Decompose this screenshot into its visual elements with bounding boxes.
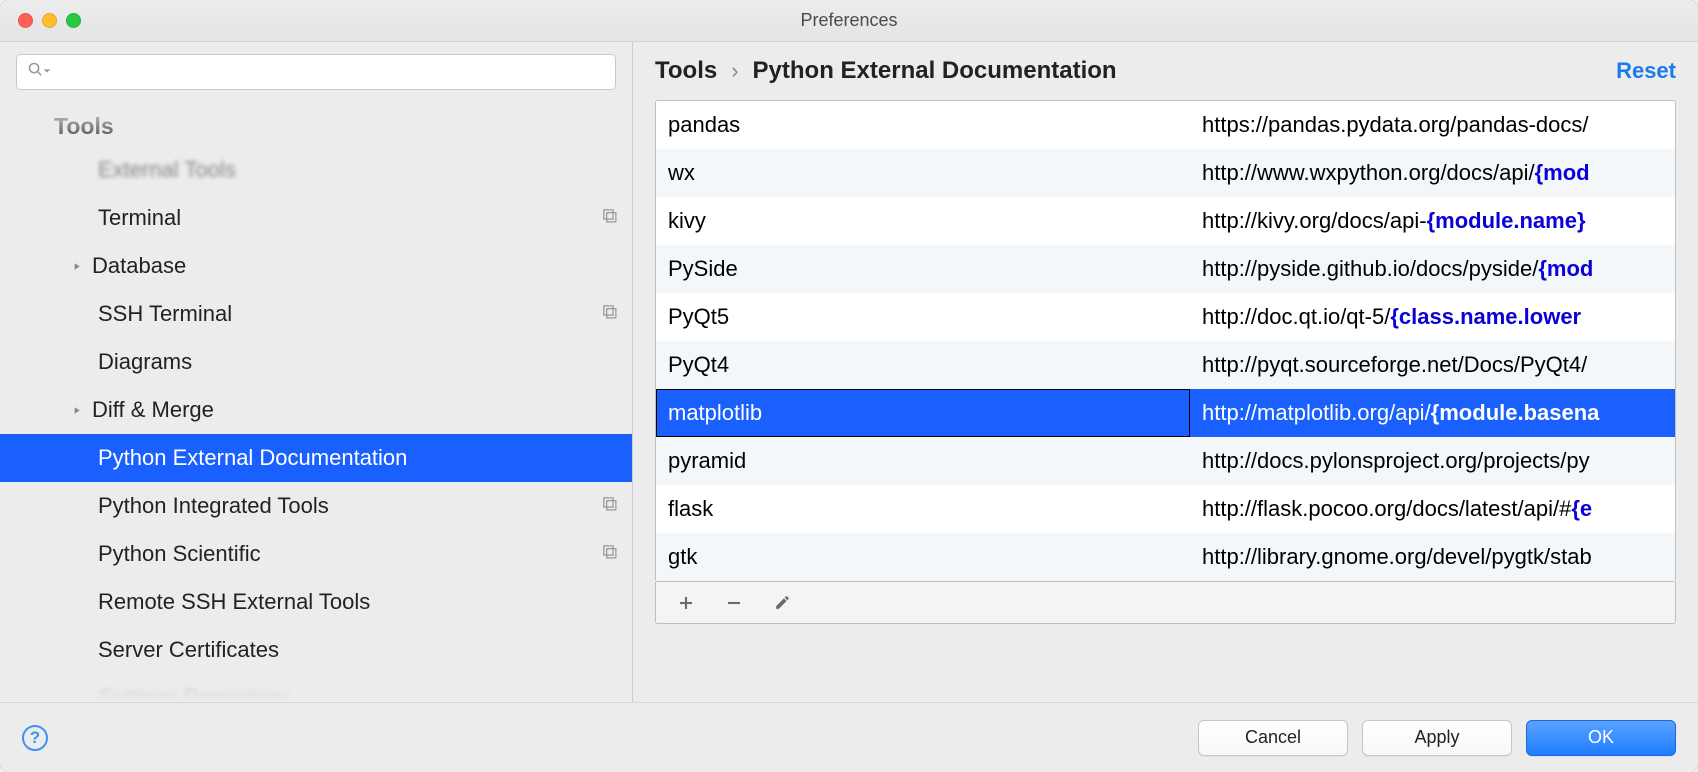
url-pattern-cell: http://kivy.org/docs/api-{module.name}: [1190, 197, 1675, 245]
content: Tools External Tools Terminal Database SSH …: [0, 42, 1698, 702]
table-toolbar: [655, 582, 1676, 624]
table-row[interactable]: PyQt5http://doc.qt.io/qt-5/{class.name.l…: [656, 293, 1675, 341]
url-pattern-cell: http://www.wxpython.org/docs/api/{mod: [1190, 149, 1675, 197]
apply-button[interactable]: Apply: [1362, 720, 1512, 756]
reset-link[interactable]: Reset: [1616, 58, 1676, 84]
sidebar-item[interactable]: Settings Repository: [0, 674, 632, 702]
expand-arrow-icon[interactable]: [70, 404, 82, 416]
sidebar-item[interactable]: SSH Terminal: [0, 290, 632, 338]
add-button[interactable]: [676, 593, 696, 613]
module-name-cell: PyQt4: [656, 341, 1190, 389]
cancel-button[interactable]: Cancel: [1198, 720, 1348, 756]
sidebar-item-label: Remote SSH External Tools: [98, 589, 370, 615]
breadcrumb: Tools › Python External Documentation Re…: [633, 42, 1698, 100]
table-row[interactable]: PySidehttp://pyside.github.io/docs/pysid…: [656, 245, 1675, 293]
settings-tree[interactable]: Tools External Tools Terminal Database SSH …: [0, 102, 632, 702]
sidebar-item-label: Python Scientific: [98, 541, 261, 567]
tree-section-header: Tools: [0, 105, 632, 146]
sidebar-item-label: SSH Terminal: [98, 301, 232, 327]
edit-button[interactable]: [772, 593, 792, 613]
chevron-down-icon[interactable]: [42, 63, 52, 81]
sidebar-item-label: Diff & Merge: [92, 397, 214, 423]
footer: ? Cancel Apply OK: [0, 702, 1698, 772]
zoom-window-button[interactable]: [66, 13, 81, 28]
project-scope-icon: [601, 303, 618, 325]
module-name-cell: pyramid: [656, 437, 1190, 485]
url-pattern-cell: http://docs.pylonsproject.org/projects/p…: [1190, 437, 1675, 485]
module-name-cell: gtk: [656, 533, 1190, 581]
sidebar-item-label: External Tools: [98, 157, 236, 183]
module-name-cell: PySide: [656, 245, 1190, 293]
module-name-cell: matplotlib: [656, 389, 1190, 437]
module-name-cell: pandas: [656, 101, 1190, 149]
preferences-window: Preferences: [0, 0, 1698, 772]
expand-arrow-icon[interactable]: [70, 260, 82, 272]
table-row[interactable]: flaskhttp://flask.pocoo.org/docs/latest/…: [656, 485, 1675, 533]
window-controls: [0, 13, 81, 28]
url-pattern-cell: https://pandas.pydata.org/pandas-docs/: [1190, 101, 1675, 149]
breadcrumb-root: Tools: [655, 57, 717, 85]
url-pattern-cell: http://library.gnome.org/devel/pygtk/sta…: [1190, 533, 1675, 581]
ok-button[interactable]: OK: [1526, 720, 1676, 756]
sidebar-item[interactable]: Server Certificates: [0, 626, 632, 674]
sidebar: Tools External Tools Terminal Database SSH …: [0, 42, 633, 702]
close-window-button[interactable]: [18, 13, 33, 28]
project-scope-icon: [601, 543, 618, 565]
help-button[interactable]: ?: [22, 725, 48, 751]
sidebar-item-label: Python External Documentation: [98, 445, 407, 471]
table-row[interactable]: matplotlibhttp://matplotlib.org/api/{mod…: [656, 389, 1675, 437]
main-panel: Tools › Python External Documentation Re…: [633, 42, 1698, 702]
sidebar-item[interactable]: External Tools: [0, 146, 632, 194]
remove-button[interactable]: [724, 593, 744, 613]
url-pattern-cell: http://flask.pocoo.org/docs/latest/api/#…: [1190, 485, 1675, 533]
sidebar-item[interactable]: Terminal: [0, 194, 632, 242]
table-row[interactable]: pandashttps://pandas.pydata.org/pandas-d…: [656, 101, 1675, 149]
titlebar: Preferences: [0, 0, 1698, 42]
module-name-cell: flask: [656, 485, 1190, 533]
table-row[interactable]: PyQt4http://pyqt.sourceforge.net/Docs/Py…: [656, 341, 1675, 389]
url-pattern-cell: http://pyside.github.io/docs/pyside/{mod: [1190, 245, 1675, 293]
table-row[interactable]: pyramidhttp://docs.pylonsproject.org/pro…: [656, 437, 1675, 485]
minimize-window-button[interactable]: [42, 13, 57, 28]
sidebar-item[interactable]: Database: [0, 242, 632, 290]
sidebar-item-label: Database: [92, 253, 186, 279]
url-pattern-cell: http://doc.qt.io/qt-5/{class.name.lower: [1190, 293, 1675, 341]
sidebar-item[interactable]: Python Integrated Tools: [0, 482, 632, 530]
module-name-cell: kivy: [656, 197, 1190, 245]
breadcrumb-separator: ›: [731, 58, 738, 84]
sidebar-item[interactable]: Python External Documentation: [0, 434, 632, 482]
sidebar-item-label: Python Integrated Tools: [98, 493, 329, 519]
sidebar-item-label: Server Certificates: [98, 637, 279, 663]
window-title: Preferences: [0, 10, 1698, 31]
breadcrumb-leaf: Python External Documentation: [753, 57, 1117, 85]
search-field[interactable]: [16, 54, 616, 90]
sidebar-item-label: Diagrams: [98, 349, 192, 375]
sidebar-item[interactable]: Python Scientific: [0, 530, 632, 578]
module-name-cell: wx: [656, 149, 1190, 197]
url-pattern-cell: http://pyqt.sourceforge.net/Docs/PyQt4/: [1190, 341, 1675, 389]
search-input[interactable]: [58, 62, 605, 83]
project-scope-icon: [601, 207, 618, 229]
table-row[interactable]: wxhttp://www.wxpython.org/docs/api/{mod: [656, 149, 1675, 197]
sidebar-item-label: Settings Repository: [98, 685, 289, 702]
project-scope-icon: [601, 495, 618, 517]
sidebar-item[interactable]: Diff & Merge: [0, 386, 632, 434]
url-pattern-cell: http://matplotlib.org/api/{module.basena: [1190, 389, 1675, 437]
table-row[interactable]: gtkhttp://library.gnome.org/devel/pygtk/…: [656, 533, 1675, 581]
docs-table[interactable]: pandashttps://pandas.pydata.org/pandas-d…: [655, 100, 1676, 582]
table-row[interactable]: kivyhttp://kivy.org/docs/api-{module.nam…: [656, 197, 1675, 245]
module-name-cell: PyQt5: [656, 293, 1190, 341]
sidebar-item[interactable]: Diagrams: [0, 338, 632, 386]
sidebar-item[interactable]: Remote SSH External Tools: [0, 578, 632, 626]
sidebar-item-label: Terminal: [98, 205, 181, 231]
